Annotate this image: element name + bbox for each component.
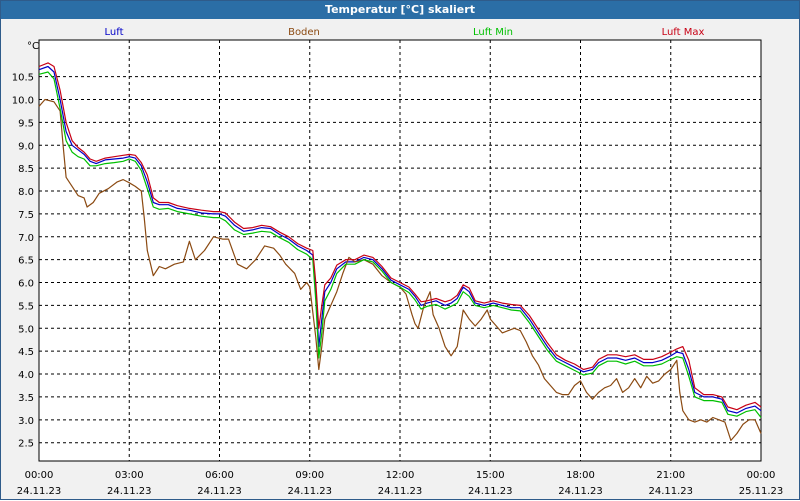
x-tick-date: 24.11.23 bbox=[378, 486, 423, 497]
y-tick-label: 6.5 bbox=[18, 256, 34, 267]
y-tick-label: 8.0 bbox=[18, 187, 34, 198]
x-axis-labels: 00:00 24.11.23 03:00 24.11.23 06:00 24.11.23 0… bbox=[17, 470, 784, 497]
legend: Luft Boden Luft Min Luft Max bbox=[105, 27, 705, 38]
y-tick-label: 7.5 bbox=[18, 210, 34, 221]
x-tick-time: 21:00 bbox=[656, 470, 685, 481]
legend-item-luft: Luft bbox=[105, 27, 124, 38]
y-tick-label: 9.0 bbox=[18, 141, 34, 152]
x-tick-time: 00:00 bbox=[25, 470, 54, 481]
x-tick-date: 24.11.23 bbox=[197, 486, 242, 497]
y-tick-label: 2.5 bbox=[18, 439, 34, 450]
x-tick-time: 09:00 bbox=[295, 470, 324, 481]
x-tick-date: 24.11.23 bbox=[17, 486, 62, 497]
legend-item-boden: Boden bbox=[288, 27, 320, 38]
y-tick-label: 5.5 bbox=[18, 301, 34, 312]
y-tick-label: 10.0 bbox=[12, 95, 34, 106]
x-tick-date: 24.11.23 bbox=[558, 486, 603, 497]
y-tick-label: 4.0 bbox=[18, 370, 34, 381]
y-tick-label: 3.5 bbox=[18, 393, 34, 404]
x-tick-time: 03:00 bbox=[115, 470, 144, 481]
y-tick-label: 7.0 bbox=[18, 233, 34, 244]
legend-item-luft-max: Luft Max bbox=[662, 27, 705, 38]
y-tick-label: 10.5 bbox=[12, 73, 34, 84]
x-tick-time: 15:00 bbox=[476, 470, 505, 481]
x-tick-date: 24.11.23 bbox=[287, 486, 332, 497]
x-tick-time: 06:00 bbox=[205, 470, 234, 481]
y-tick-label: 4.5 bbox=[18, 347, 34, 358]
x-tick-time: 12:00 bbox=[386, 470, 415, 481]
y-tick-label: 8.5 bbox=[18, 164, 34, 175]
y-axis-unit: °C bbox=[27, 41, 39, 52]
legend-item-luft-min: Luft Min bbox=[473, 27, 513, 38]
x-tick-date: 25.11.23 bbox=[739, 486, 784, 497]
x-tick-date: 24.11.23 bbox=[648, 486, 693, 497]
chart-window: Temperatur [°C] skaliert 2.5 3.0 3.5 4.0 4.5… bbox=[0, 0, 800, 500]
y-tick-label: 3.0 bbox=[18, 416, 34, 427]
chart-svg: 2.5 3.0 3.5 4.0 4.5 5.0 5.5 6.0 6.5 7.0 7.5 8.0 8.5 9… bbox=[12, 27, 784, 497]
x-tick-time: 00:00 bbox=[747, 470, 776, 481]
x-tick-time: 18:00 bbox=[566, 470, 595, 481]
y-tick-label: 6.0 bbox=[18, 279, 34, 290]
x-tick-date: 24.11.23 bbox=[107, 486, 152, 497]
y-tick-label: 9.5 bbox=[18, 118, 34, 129]
y-tick-label: 5.0 bbox=[18, 324, 34, 335]
y-axis-labels: 2.5 3.0 3.5 4.0 4.5 5.0 5.5 6.0 6.5 7.0 7.5 8.0 8.5 9… bbox=[12, 73, 34, 450]
x-tick-date: 24.11.23 bbox=[468, 486, 513, 497]
